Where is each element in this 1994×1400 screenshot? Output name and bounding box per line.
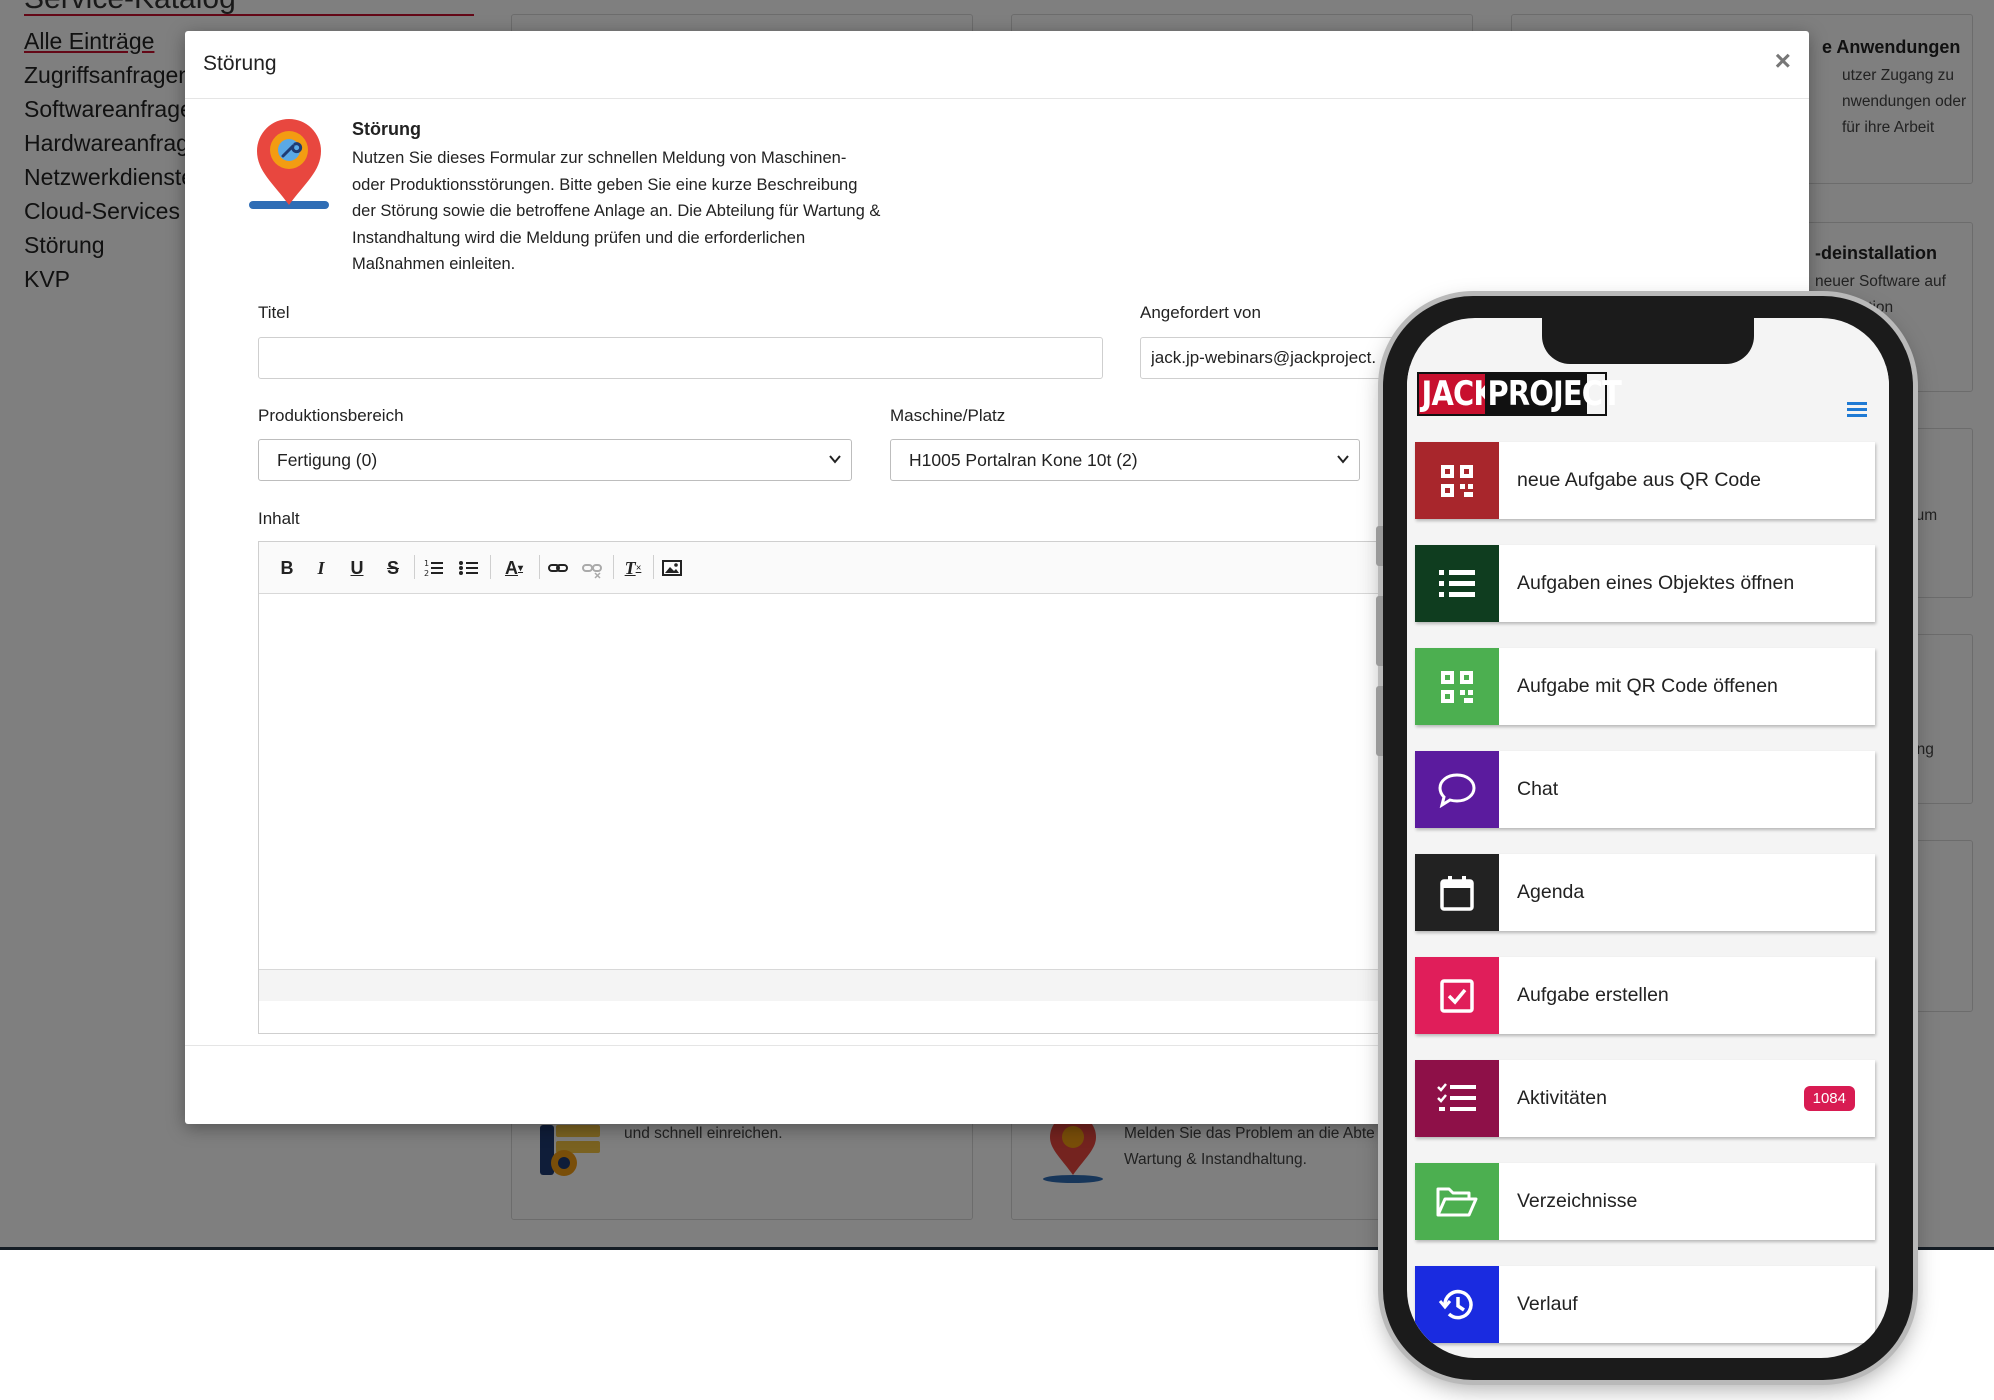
phone-side-button xyxy=(1376,526,1383,566)
menu-item-directories[interactable]: Verzeichnisse xyxy=(1415,1163,1875,1240)
menu-label: Aufgabe mit QR Code öffenen xyxy=(1517,675,1778,697)
location-pin-icon xyxy=(249,119,329,209)
checkbox-icon xyxy=(1440,978,1474,1013)
logo-project: PROJECT xyxy=(1485,374,1622,414)
menu-item-open-object-tasks[interactable]: Aufgaben eines Objektes öffnen xyxy=(1415,545,1875,622)
menu-icon-box xyxy=(1415,957,1499,1034)
menu-label: Aktivitäten xyxy=(1517,1087,1607,1109)
phone-volume-up-button xyxy=(1376,596,1383,666)
bold-button[interactable]: B xyxy=(277,555,297,581)
svg-text:2: 2 xyxy=(424,569,429,578)
menu-label: Aufgabe erstellen xyxy=(1517,984,1669,1006)
intro-description: Nutzen Sie dieses Formular zur schnellen… xyxy=(352,149,881,273)
logo-jack: JACK xyxy=(1419,374,1496,414)
menu-item-activities[interactable]: Aktivitäten 1084 xyxy=(1415,1060,1875,1137)
toolbar-separator xyxy=(539,555,540,579)
production-area-value: Fertigung (0) xyxy=(277,450,378,470)
titel-input[interactable] xyxy=(258,337,1103,379)
menu-icon-box xyxy=(1415,1060,1499,1137)
link-icon[interactable] xyxy=(547,555,569,581)
menu-icon-box xyxy=(1415,545,1499,622)
smartphone-mockup: JACK PROJECT neue Aufgabe aus QR Code Au… xyxy=(1376,296,1913,1380)
bullet-list-icon[interactable] xyxy=(458,555,480,581)
caret-down-icon: ▾ xyxy=(517,562,524,574)
machine-value: H1005 Portalran Kone 10t (2) xyxy=(909,450,1138,470)
menu-icon-box xyxy=(1415,1163,1499,1240)
modal-header: Störung × xyxy=(185,31,1809,99)
qr-code-icon xyxy=(1441,670,1473,703)
phone-screen: JACK PROJECT neue Aufgabe aus QR Code Au… xyxy=(1407,318,1889,1358)
svg-text:1: 1 xyxy=(424,559,429,568)
chevron-down-icon xyxy=(829,455,841,464)
production-area-select[interactable]: Fertigung (0) xyxy=(258,439,852,481)
menu-icon-box xyxy=(1415,442,1499,519)
requested-by-label: Angefordert von xyxy=(1140,303,1261,322)
italic-button[interactable]: I xyxy=(311,555,331,581)
editor-content-area[interactable] xyxy=(259,594,1387,969)
checklist-icon xyxy=(1437,1082,1476,1111)
menu-icon-box xyxy=(1415,751,1499,828)
menu-item-history[interactable]: Verlauf xyxy=(1415,1266,1875,1343)
unlink-icon[interactable] xyxy=(581,555,603,581)
menu-icon-box xyxy=(1415,648,1499,725)
toolbar-separator xyxy=(414,555,415,579)
requested-by-input[interactable] xyxy=(1140,337,1400,379)
editor-statusbar xyxy=(259,969,1387,1001)
folder-open-icon xyxy=(1436,1187,1478,1216)
menu-icon-box xyxy=(1415,1266,1499,1343)
rich-text-editor: B I U S 1 2 A ▾ T × xyxy=(258,541,1388,1034)
modal-title: Störung xyxy=(203,52,277,75)
text-color-label: A xyxy=(504,557,518,578)
titel-label: Titel xyxy=(258,303,290,322)
menu-item-new-task-from-qr[interactable]: neue Aufgabe aus QR Code xyxy=(1415,442,1875,519)
ordered-list-icon[interactable]: 1 2 xyxy=(423,555,445,581)
clear-format-button[interactable]: T × xyxy=(621,555,645,581)
close-button[interactable]: × xyxy=(1775,45,1791,77)
toolbar-separator xyxy=(490,555,491,579)
text-color-button[interactable]: A ▾ xyxy=(499,555,529,581)
calendar-icon xyxy=(1440,875,1474,911)
production-area-label: Produktionsbereich xyxy=(258,406,404,425)
menu-item-agenda[interactable]: Agenda xyxy=(1415,854,1875,931)
strikethrough-button[interactable]: S xyxy=(383,555,403,581)
menu-item-create-task[interactable]: Aufgabe erstellen xyxy=(1415,957,1875,1034)
phone-volume-down-button xyxy=(1376,686,1383,756)
machine-select[interactable]: H1005 Portalran Kone 10t (2) xyxy=(890,439,1360,481)
menu-label: Aufgaben eines Objektes öffnen xyxy=(1517,572,1795,594)
activities-count-badge: 1084 xyxy=(1803,1086,1855,1111)
menu-icon-box xyxy=(1415,854,1499,931)
chat-bubble-icon xyxy=(1438,772,1476,808)
hamburger-menu-icon[interactable] xyxy=(1847,400,1867,418)
list-icon xyxy=(1439,569,1475,597)
menu-label: neue Aufgabe aus QR Code xyxy=(1517,469,1761,491)
image-icon[interactable] xyxy=(661,555,683,581)
underline-button[interactable]: U xyxy=(347,555,367,581)
editor-toolbar: B I U S 1 2 A ▾ T × xyxy=(259,542,1387,594)
jackproject-logo: JACK PROJECT xyxy=(1417,372,1622,416)
clear-format-x-icon: × xyxy=(635,562,642,574)
menu-item-open-task-qr[interactable]: Aufgabe mit QR Code öffenen xyxy=(1415,648,1875,725)
menu-label: Agenda xyxy=(1517,881,1585,903)
machine-label: Maschine/Platz xyxy=(890,406,1006,425)
phone-notch xyxy=(1542,318,1754,364)
intro-title: Störung xyxy=(352,119,421,139)
menu-label: Verlauf xyxy=(1517,1293,1578,1315)
chevron-down-icon xyxy=(1337,455,1349,464)
toolbar-separator xyxy=(653,555,654,579)
menu-item-chat[interactable]: Chat xyxy=(1415,751,1875,828)
menu-label: Verzeichnisse xyxy=(1517,1190,1638,1212)
toolbar-separator xyxy=(613,555,614,579)
history-icon xyxy=(1438,1289,1473,1319)
clear-format-label: T xyxy=(624,557,636,578)
menu-label: Chat xyxy=(1517,778,1559,800)
qr-code-icon xyxy=(1441,464,1473,497)
content-label: Inhalt xyxy=(258,509,300,528)
